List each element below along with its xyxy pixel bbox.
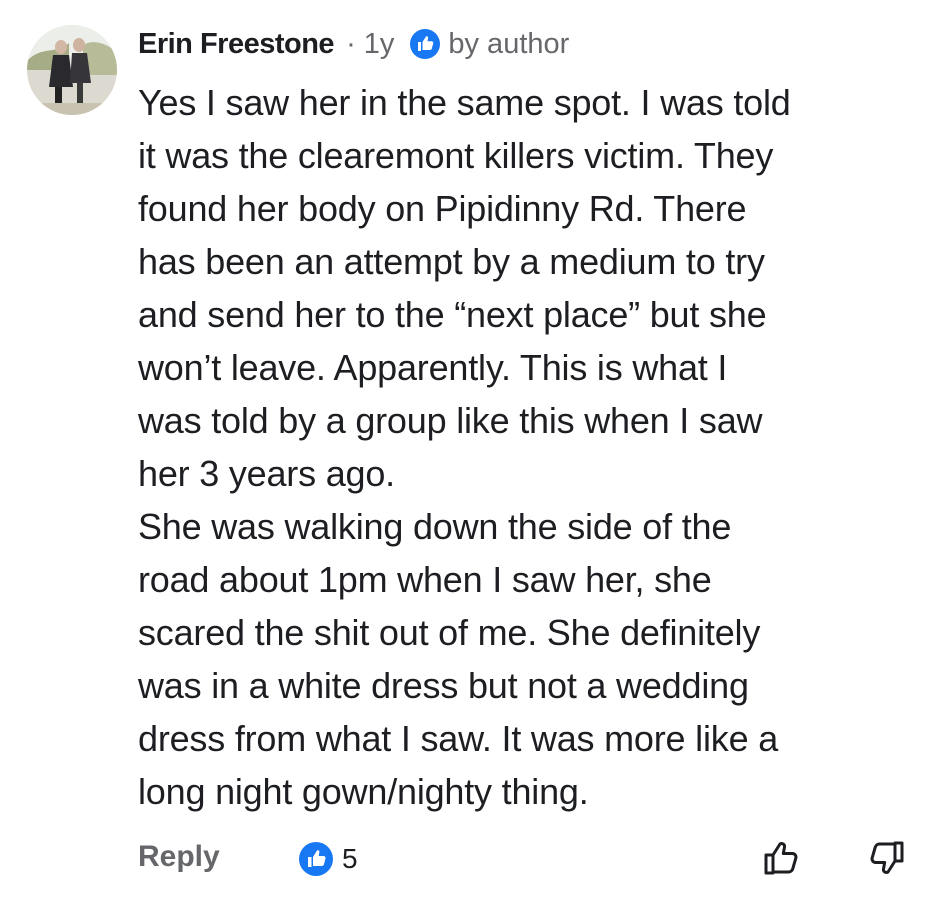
meta-separator: · bbox=[346, 27, 356, 60]
thumbs-up-outline-icon[interactable] bbox=[760, 836, 804, 880]
author-name[interactable]: Erin Freestone bbox=[138, 28, 335, 61]
comment-body: Yes I saw her in the same spot. I was to… bbox=[138, 82, 791, 812]
author-badge: by author bbox=[410, 28, 569, 61]
avatar[interactable] bbox=[27, 25, 117, 115]
thumbs-up-badge-icon bbox=[410, 29, 441, 59]
like-reaction-icon bbox=[299, 842, 333, 876]
comment-timestamp[interactable]: 1y bbox=[364, 28, 395, 61]
reaction-summary[interactable]: 5 bbox=[298, 841, 358, 877]
like-count: 5 bbox=[342, 843, 358, 874]
comment-header: Erin Freestone · 1y by author bbox=[138, 22, 569, 66]
reply-button[interactable]: Reply bbox=[138, 840, 220, 874]
avatar-photo bbox=[27, 25, 117, 115]
comment-actions: Reply 5 bbox=[138, 834, 918, 884]
thumbs-down-outline-icon[interactable] bbox=[864, 836, 908, 880]
badge-label: by author bbox=[448, 27, 570, 60]
